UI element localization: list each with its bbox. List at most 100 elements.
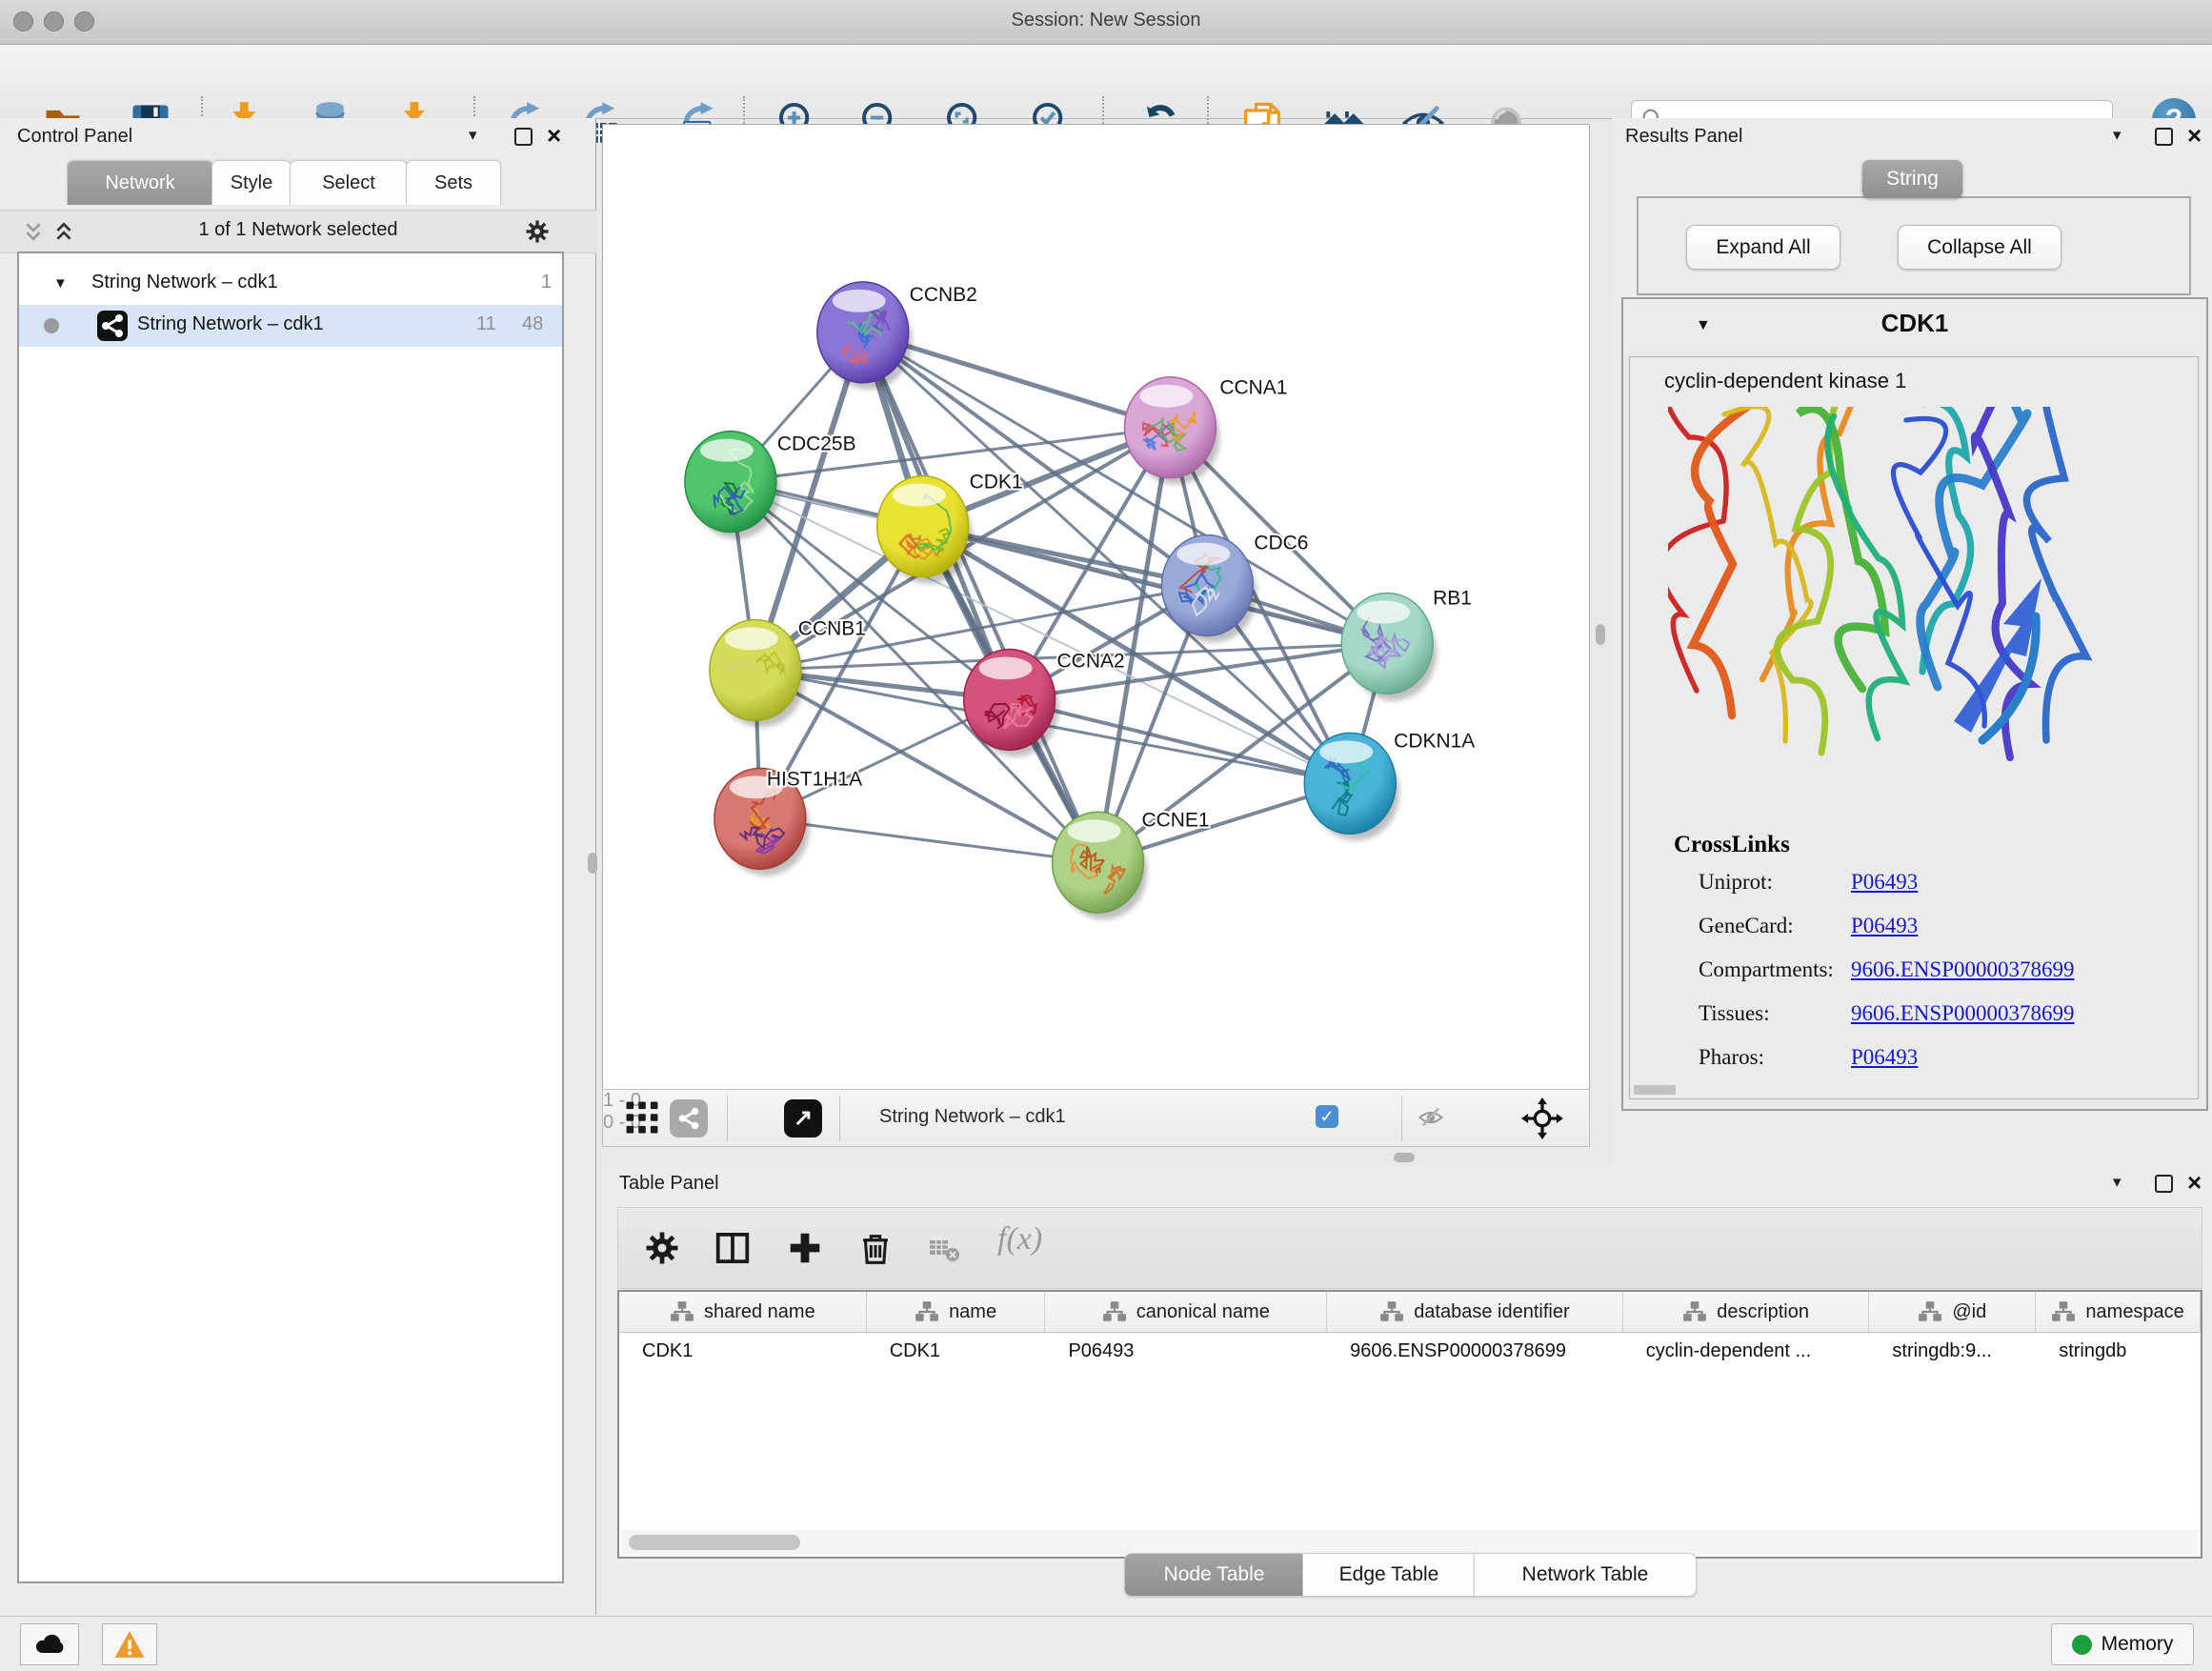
network-canvas[interactable]: CCNB2CCNA1CDC25BCDK1CDC6RB1CCNB1CCNA2CDK…	[602, 124, 1590, 1090]
string-app-icon	[97, 311, 128, 341]
crosslink-value-link[interactable]: 9606.ENSP00000378699	[1851, 1001, 2075, 1026]
main-toolbar: ?	[0, 45, 2212, 119]
bottom-splitter-handle[interactable]	[1394, 1153, 1415, 1162]
function-builder-icon: f(x)	[997, 1221, 1036, 1259]
birdseye-grid-icon[interactable]	[624, 1099, 660, 1136]
edge-CCNB2-CCNE1[interactable]	[863, 332, 1098, 862]
table-cell: CDK1	[619, 1333, 867, 1373]
table-horizontal-scrollbar[interactable]	[621, 1530, 2199, 1555]
cloud-button[interactable]	[20, 1623, 79, 1665]
current-network-dot-icon	[44, 318, 59, 333]
node-table: shared namenamecanonical namedatabase id…	[617, 1290, 2202, 1559]
table-cell: CDK1	[867, 1333, 1046, 1373]
network-node-CDKN1A[interactable]: CDKN1A	[1304, 730, 1475, 840]
network-node-HIST1H1A[interactable]: HIST1H1A	[714, 768, 862, 876]
network-view-toolbar: ↗ String Network – cdk1 ✓ 1 - 0 0 - 0	[602, 1089, 1590, 1147]
table-header-row: shared namenamecanonical namedatabase id…	[619, 1292, 2201, 1333]
crosslink-value-link[interactable]: 9606.ENSP00000378699	[1851, 957, 2075, 982]
node-label-CCNE1: CCNE1	[1141, 809, 1209, 831]
protein-description: cyclin-dependent kinase 1	[1664, 369, 1906, 393]
crosslink-label: GeneCard:	[1674, 914, 1851, 938]
results-panel-close-icon[interactable]: ×	[2187, 127, 2202, 144]
network-options-gear-icon[interactable]	[524, 218, 551, 245]
table-cell: cyclin-dependent ...	[1623, 1333, 1870, 1373]
node-label-RB1: RB1	[1433, 588, 1472, 610]
network-node-CDC6[interactable]: CDC6	[1161, 533, 1308, 643]
show-columns-icon[interactable]	[714, 1229, 752, 1267]
node-label-CCNB1: CCNB1	[798, 617, 866, 639]
network-collection-row[interactable]: ▼ String Network – cdk1 1	[19, 263, 562, 305]
crosslink-value-link[interactable]: P06493	[1851, 870, 1918, 895]
scrollbar-thumb[interactable]	[629, 1535, 800, 1550]
network-node-CCNB2[interactable]: CCNB2	[817, 282, 977, 390]
results-panel-menu-icon[interactable]: ▾	[2113, 126, 2122, 145]
add-column-icon[interactable]	[786, 1229, 824, 1267]
tab-network-table[interactable]: Network Table	[1474, 1553, 1697, 1597]
warnings-button[interactable]	[102, 1623, 157, 1665]
column-header-description[interactable]: description	[1623, 1292, 1870, 1332]
delete-column-trash-icon[interactable]	[856, 1229, 895, 1267]
tab-sets[interactable]: Sets	[406, 160, 501, 205]
cloud-icon	[32, 1627, 67, 1661]
column-header--id[interactable]: @id	[1869, 1292, 2036, 1332]
open-in-window-icon[interactable]: ↗	[784, 1099, 822, 1137]
fit-selected-crosshair-icon[interactable]	[1521, 1097, 1563, 1139]
crosslink-row: Pharos:P06493	[1674, 1045, 2075, 1089]
column-header-name[interactable]: name	[867, 1292, 1046, 1332]
string-share-icon[interactable]	[670, 1099, 708, 1137]
node-label-HIST1H1A: HIST1H1A	[767, 768, 862, 790]
results-panel-float-icon[interactable]	[2155, 128, 2173, 146]
crosslink-value-link[interactable]: P06493	[1851, 1045, 1918, 1070]
delete-table-icon	[927, 1235, 961, 1263]
table-panel-close-icon[interactable]: ×	[2187, 1174, 2202, 1191]
collapse-all-button[interactable]: Collapse All	[1898, 225, 2061, 270]
network-node-CCNA2[interactable]: CCNA2	[964, 649, 1125, 756]
control-panel-menu-icon[interactable]: ▾	[469, 126, 477, 145]
network-name-label: String Network – cdk1	[879, 1106, 1066, 1128]
selected-checkbox-icon[interactable]: ✓	[1316, 1105, 1338, 1128]
control-panel-float-icon[interactable]	[514, 128, 533, 146]
memory-button[interactable]: Memory	[2051, 1623, 2194, 1665]
tab-node-table[interactable]: Node Table	[1124, 1553, 1304, 1597]
table-gear-icon[interactable]	[643, 1229, 681, 1267]
tab-select[interactable]: Select	[290, 160, 408, 205]
network-node-CCNA1[interactable]: CCNA1	[1124, 377, 1287, 485]
column-header-database-identifier[interactable]: database identifier	[1327, 1292, 1623, 1332]
table-panel-float-icon[interactable]	[2155, 1175, 2173, 1193]
table-panel: Table Panel ▾ × f(x) shared namenamecano…	[602, 1167, 2212, 1615]
results-scroll-nub[interactable]	[1634, 1085, 1676, 1095]
column-header-namespace[interactable]: namespace	[2036, 1292, 2201, 1332]
left-splitter-handle[interactable]	[588, 853, 597, 874]
table-cell: 9606.ENSP00000378699	[1327, 1333, 1623, 1373]
crosslink-row: Uniprot:P06493	[1674, 870, 2075, 914]
hidden-eye-slash-icon[interactable]	[1415, 1103, 1447, 1132]
control-panel: Control Panel ▾ × NetworkStyleSelectSets…	[0, 118, 596, 1615]
table-panel-menu-icon[interactable]: ▾	[2113, 1173, 2122, 1192]
table-row[interactable]: CDK1CDK1P064939606.ENSP00000378699cyclin…	[619, 1333, 2201, 1373]
network-row[interactable]: String Network – cdk1 11 48	[19, 305, 562, 347]
title-bar: Session: New Session	[0, 0, 2212, 45]
network-node-RB1[interactable]: RB1	[1341, 588, 1472, 701]
protein-name: CDK1	[1623, 309, 2206, 338]
window-title: Session: New Session	[0, 10, 2212, 31]
tab-string[interactable]: String	[1862, 160, 1962, 198]
edge-HIST1H1A-CCNE1[interactable]	[760, 818, 1098, 862]
tab-edge-table[interactable]: Edge Table	[1302, 1553, 1476, 1597]
column-header-canonical-name[interactable]: canonical name	[1045, 1292, 1327, 1332]
column-header-shared-name[interactable]: shared name	[619, 1292, 867, 1332]
tab-network[interactable]: Network	[67, 160, 213, 205]
strip-divider	[1401, 1096, 1402, 1141]
tab-style[interactable]: Style	[211, 160, 292, 205]
right-splitter-handle[interactable]	[1596, 624, 1605, 645]
crosslink-value-link[interactable]: P06493	[1851, 914, 1918, 938]
table-toolbar: f(x)	[617, 1207, 2202, 1289]
control-panel-close-icon[interactable]: ×	[547, 127, 561, 144]
network-edge-count: 48	[522, 313, 543, 335]
warning-icon	[113, 1628, 146, 1661]
collection-caret-icon[interactable]: ▼	[53, 275, 68, 292]
expand-all-button[interactable]: Expand All	[1686, 225, 1840, 270]
network-node-CCNE1[interactable]: CCNE1	[1053, 809, 1210, 919]
node-label-CCNB2: CCNB2	[910, 284, 977, 306]
table-cell: stringdb:9...	[1869, 1333, 2036, 1373]
protein-section: ▼ CDK1 cyclin-dependent kinase 1 CrossLi…	[1621, 297, 2208, 1111]
